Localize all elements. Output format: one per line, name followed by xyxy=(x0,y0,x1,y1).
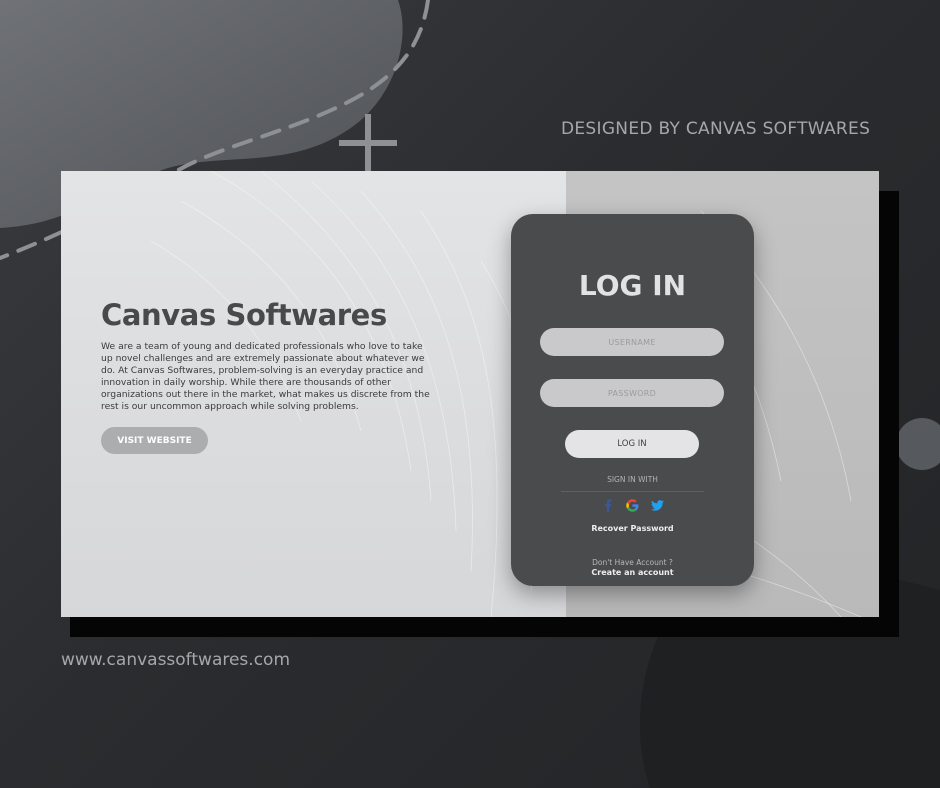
divider xyxy=(561,491,704,492)
brand-title: Canvas Softwares xyxy=(101,298,387,332)
recover-password-link[interactable]: Recover Password xyxy=(511,524,754,533)
sign-in-with-label: SIGN IN WITH xyxy=(607,475,658,484)
website-url[interactable]: www.canvassoftwares.com xyxy=(61,650,290,670)
no-account-text: Don't Have Account ? xyxy=(592,558,673,567)
login-title: LOG IN xyxy=(578,269,687,302)
landing-card: Canvas Softwares We are a team of young … xyxy=(61,171,879,617)
google-icon[interactable] xyxy=(626,498,640,512)
plus-horizontal xyxy=(339,140,397,146)
twitter-icon[interactable] xyxy=(651,498,665,512)
facebook-icon[interactable] xyxy=(601,498,615,512)
social-login-row xyxy=(511,497,754,513)
username-input[interactable] xyxy=(540,328,724,356)
login-panel: LOG IN LOG IN SIGN IN WITH xyxy=(511,214,754,586)
login-button[interactable]: LOG IN xyxy=(565,430,699,458)
circle-right xyxy=(896,418,940,470)
password-input[interactable] xyxy=(540,379,724,407)
brand-description: We are a team of young and dedicated pro… xyxy=(101,341,430,413)
create-account-link[interactable]: Create an account xyxy=(511,568,754,577)
designed-by-text: DESIGNED BY CANVAS SOFTWARES xyxy=(561,119,871,139)
visit-website-button[interactable]: VISIT WEBSITE xyxy=(101,427,208,454)
